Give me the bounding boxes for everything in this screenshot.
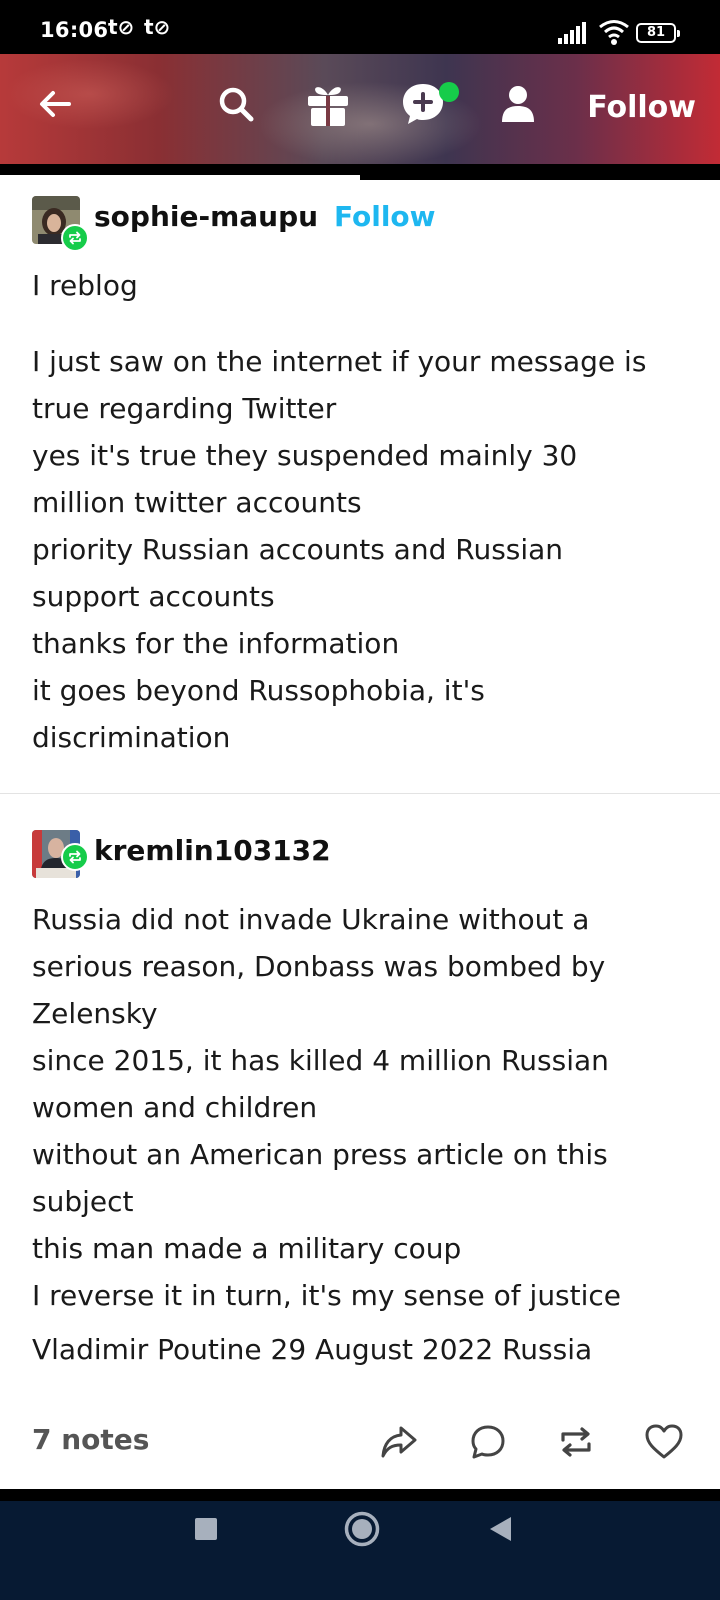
post-follow-button[interactable]: Follow — [334, 200, 436, 233]
reblog-icon — [561, 1427, 591, 1457]
header-follow-button[interactable]: Follow — [587, 90, 696, 125]
post-body-text: I just saw on the internet if your messa… — [32, 345, 647, 754]
reblog-badge — [61, 224, 89, 252]
blog-header: Follow — [0, 54, 720, 164]
notes-count[interactable]: 7 notes — [32, 1423, 149, 1456]
share-icon — [381, 1426, 417, 1458]
back-arrow-icon — [40, 91, 71, 117]
search-icon — [219, 87, 254, 122]
profile-button[interactable] — [488, 74, 548, 134]
reblog-icon — [69, 850, 81, 864]
unread-indicator — [439, 82, 459, 102]
post-body-text: Russia did not invade Ukraine without a … — [32, 903, 622, 1312]
signal-icon — [558, 22, 586, 44]
profile-icon — [502, 86, 534, 122]
reblog-icon — [69, 231, 81, 245]
notification-t-icon: t⊘ — [108, 15, 135, 39]
triangle-back-icon — [490, 1517, 511, 1541]
circle-icon — [344, 1511, 380, 1547]
tab-indicator — [0, 175, 360, 180]
back-nav-button[interactable] — [480, 1509, 520, 1549]
recents-button[interactable] — [186, 1509, 226, 1549]
like-icon — [645, 1424, 683, 1459]
gift-button[interactable] — [298, 74, 358, 134]
status-time: 16:06 — [40, 18, 109, 42]
post-intro-text: I reblog — [32, 269, 138, 302]
back-button[interactable] — [25, 74, 85, 134]
wifi-icon — [599, 20, 629, 45]
reply-icon — [471, 1425, 505, 1459]
tab-strip — [0, 164, 720, 180]
reblog-button[interactable] — [554, 1420, 598, 1464]
notification-t-icon: t⊘ — [144, 15, 171, 39]
reply-button[interactable] — [466, 1420, 510, 1464]
like-button[interactable] — [642, 1420, 686, 1464]
reblog-badge — [61, 843, 89, 871]
square-icon — [195, 1518, 217, 1540]
search-button[interactable] — [206, 74, 266, 134]
gift-icon — [308, 87, 348, 126]
post-username[interactable]: sophie-maupu — [94, 200, 318, 233]
system-nav-bar — [0, 1501, 720, 1600]
battery-indicator: 81 — [636, 23, 680, 43]
post-signature-text: Vladimir Poutine 29 August 2022 Russia — [32, 1333, 593, 1366]
post-username[interactable]: kremlin103132 — [94, 834, 331, 867]
divider — [0, 793, 720, 794]
bottom-strip — [0, 1489, 720, 1501]
share-button[interactable] — [377, 1420, 421, 1464]
status-bar: 16:06 t⊘ t⊘ 81 — [0, 0, 720, 54]
home-button[interactable] — [336, 1503, 388, 1555]
